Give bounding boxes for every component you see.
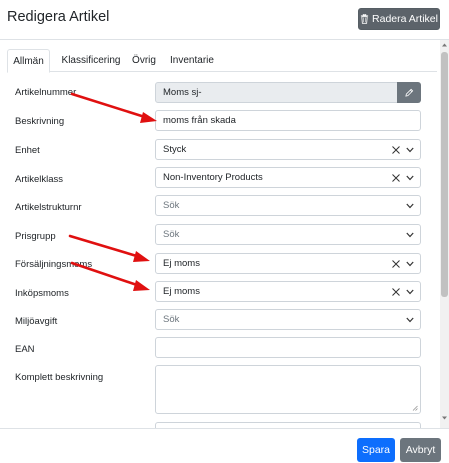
beskrivning-value: moms från skada bbox=[163, 115, 236, 126]
artikelklass-select[interactable]: Non-Inventory Products bbox=[155, 167, 421, 188]
modal-title: Redigera Artikel bbox=[7, 9, 110, 25]
chevron-down-icon[interactable] bbox=[406, 175, 414, 181]
chevron-down-icon[interactable] bbox=[406, 147, 414, 153]
clear-x-icon[interactable] bbox=[392, 173, 400, 182]
delete-article-label: Radera Artikel bbox=[372, 13, 438, 25]
label-inkopsmoms: Inköpsmoms bbox=[15, 288, 69, 299]
scrollbar-thumb[interactable] bbox=[441, 52, 448, 297]
tab-bar: Allmän Klassificering Övrig Inventarie bbox=[7, 49, 437, 73]
chevron-down-icon[interactable] bbox=[406, 203, 414, 209]
scroll-up-icon[interactable] bbox=[441, 42, 448, 48]
chevron-down-icon[interactable] bbox=[406, 232, 414, 238]
chevron-down-icon[interactable] bbox=[406, 289, 414, 295]
tab-ovrig[interactable]: Övrig bbox=[128, 49, 160, 72]
label-komplett-beskrivning: Komplett beskrivning bbox=[15, 372, 104, 383]
label-artikelstrukturnr: Artikelstrukturnr bbox=[15, 202, 82, 213]
chevron-down-icon[interactable] bbox=[406, 317, 414, 323]
clear-x-icon[interactable] bbox=[392, 287, 400, 296]
artikelklass-value: Non-Inventory Products bbox=[163, 172, 263, 183]
cancel-button[interactable]: Avbryt bbox=[400, 438, 441, 462]
label-artikelnummer: Artikelnummer bbox=[15, 87, 77, 98]
enhet-value: Styck bbox=[163, 144, 187, 155]
forsaljningsmoms-select[interactable]: Ej moms bbox=[155, 253, 421, 274]
miljoavgift-placeholder: Sök bbox=[163, 314, 180, 325]
prisgrupp-placeholder: Sök bbox=[163, 229, 180, 240]
label-beskrivning: Beskrivning bbox=[15, 116, 65, 127]
label-miljoavgift: Miljöavgift bbox=[15, 316, 58, 327]
clear-x-icon[interactable] bbox=[392, 145, 400, 154]
trash-icon bbox=[360, 14, 369, 24]
tab-allman[interactable]: Allmän bbox=[7, 49, 50, 73]
clear-x-icon[interactable] bbox=[392, 259, 400, 268]
forsaljningsmoms-value: Ej moms bbox=[163, 258, 200, 269]
label-enhet: Enhet bbox=[15, 145, 40, 156]
chevron-down-icon[interactable] bbox=[406, 261, 414, 267]
artikelstrukturnr-select[interactable]: Sök bbox=[155, 195, 421, 216]
pencil-icon bbox=[404, 88, 413, 97]
inkopsmoms-value: Ej moms bbox=[163, 286, 200, 297]
modal-header: Redigera Artikel Radera Artikel bbox=[0, 0, 449, 40]
beskrivning-input[interactable]: moms från skada bbox=[155, 110, 421, 131]
tab-klassificering[interactable]: Klassificering bbox=[56, 49, 126, 72]
label-artikelklass: Artikelklass bbox=[15, 174, 64, 185]
enhet-select[interactable]: Styck bbox=[155, 139, 421, 160]
save-button[interactable]: Spara bbox=[357, 438, 395, 462]
label-prisgrupp: Prisgrupp bbox=[15, 231, 56, 242]
scroll-down-icon[interactable] bbox=[441, 415, 448, 421]
miljoavgift-select[interactable]: Sök bbox=[155, 309, 421, 330]
komplett-beskrivning-textarea[interactable] bbox=[155, 365, 421, 414]
artikelnummer-field[interactable]: Moms sj- bbox=[155, 82, 398, 103]
edit-article-modal: Redigera Artikel Radera Artikel Allmän K… bbox=[0, 0, 449, 463]
artikelstrukturnr-placeholder: Sök bbox=[163, 200, 180, 211]
prisgrupp-select[interactable]: Sök bbox=[155, 224, 421, 245]
ean-input[interactable] bbox=[155, 337, 421, 358]
tab-inventarie[interactable]: Inventarie bbox=[166, 49, 218, 72]
label-ean: EAN bbox=[15, 344, 35, 355]
artikelnummer-value: Moms sj- bbox=[163, 87, 202, 98]
inkopsmoms-select[interactable]: Ej moms bbox=[155, 281, 421, 302]
label-forsaljningsmoms: Försäljningsmoms bbox=[15, 259, 93, 270]
edit-artikelnummer-button[interactable] bbox=[397, 82, 421, 103]
delete-article-button[interactable]: Radera Artikel bbox=[358, 8, 440, 30]
resize-handle-icon[interactable] bbox=[412, 405, 418, 411]
